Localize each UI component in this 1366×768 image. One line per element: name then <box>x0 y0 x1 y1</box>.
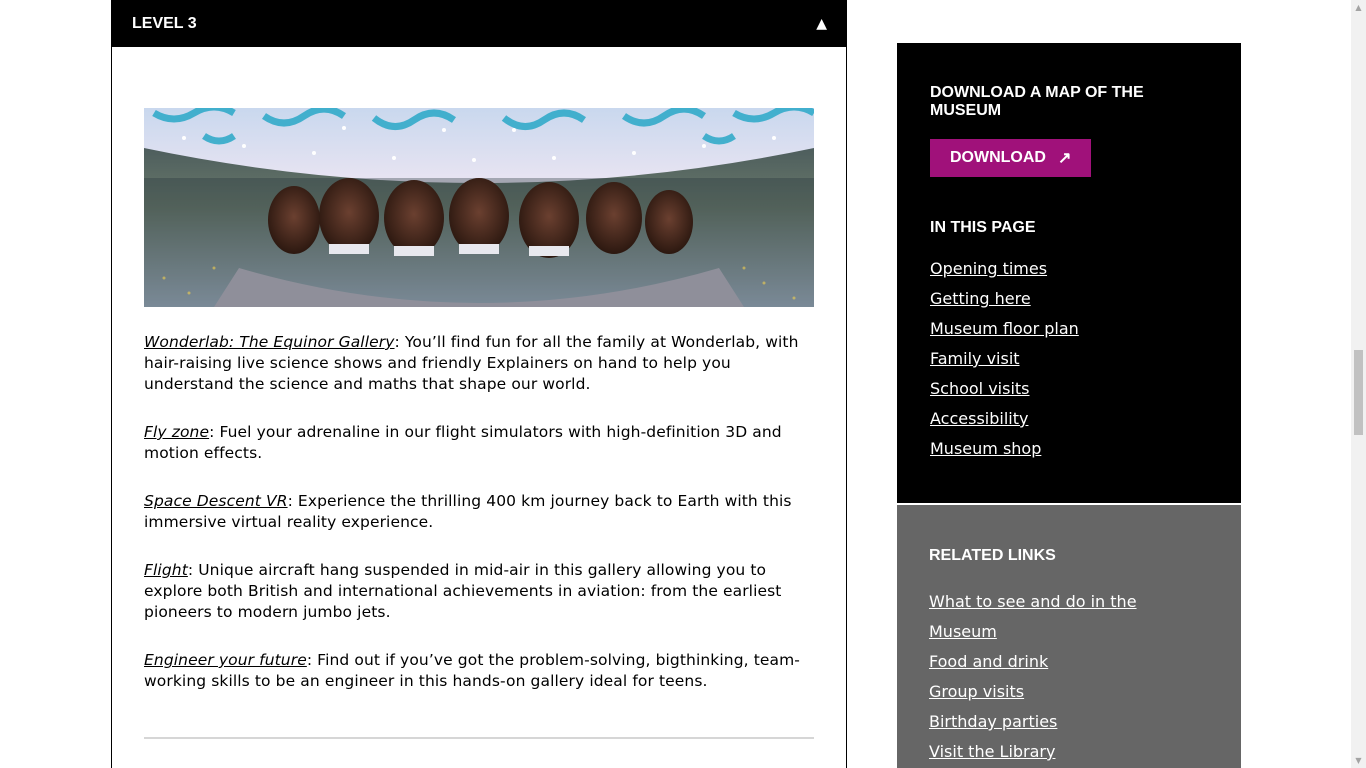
download-heading: DOWNLOAD A MAP OF THE MUSEUM <box>930 84 1144 119</box>
list-item: Food and drink <box>929 647 1209 677</box>
gallery-link-fly-zone[interactable]: Fly zone <box>144 423 209 441</box>
gallery-link-wonderlab[interactable]: Wonderlab: The Equinor Gallery <box>144 333 395 351</box>
link-group-visits[interactable]: Group visits <box>929 682 1024 701</box>
level-3-accordion: LEVEL 3 ▲ Wonderlab: The Equinor Gallery… <box>111 0 847 768</box>
list-item: School visits <box>930 374 1208 404</box>
list-item: Group visits <box>929 677 1209 707</box>
download-map-button[interactable]: DOWNLOAD ↗ <box>930 139 1092 177</box>
link-family-visit[interactable]: Family visit <box>930 349 1020 368</box>
collapse-triangle-icon[interactable]: ▲ <box>816 16 827 32</box>
link-birthday-parties[interactable]: Birthday parties <box>929 712 1057 731</box>
gallery-item: Flight: Unique aircraft hang suspended i… <box>144 560 816 623</box>
gallery-item: Wonderlab: The Equinor Gallery: You’ll f… <box>144 332 816 395</box>
accordion-title: LEVEL 3 <box>132 14 197 32</box>
in-page-heading: IN THIS PAGE <box>930 219 1036 236</box>
gallery-item: Engineer your future: Find out if you’ve… <box>144 650 816 692</box>
list-item: Accessibility <box>930 404 1208 434</box>
sidebar-download-panel: DOWNLOAD A MAP OF THE MUSEUM DOWNLOAD ↗ … <box>897 43 1241 503</box>
gallery-item: Space Descent VR: Experience the thrilli… <box>144 491 816 533</box>
link-museum-floor-plan[interactable]: Museum floor plan <box>930 319 1079 338</box>
download-label: DOWNLOAD <box>950 149 1046 166</box>
related-links: What to see and do in the Museum Food an… <box>929 587 1209 767</box>
wonderlab-hero-image <box>144 108 814 307</box>
list-item: Getting here <box>930 284 1208 314</box>
list-item: Opening times <box>930 254 1208 284</box>
related-links-heading: RELATED LINKS <box>929 547 1056 564</box>
scroll-down-icon[interactable]: ▼ <box>1351 753 1366 768</box>
gallery-descriptions: Wonderlab: The Equinor Gallery: You’ll f… <box>144 332 816 719</box>
list-item: What to see and do in the Museum <box>929 587 1209 647</box>
link-visit-the-library[interactable]: Visit the Library <box>929 742 1055 761</box>
gallery-link-space-descent[interactable]: Space Descent VR <box>144 492 288 510</box>
sidebar-related-links-panel: RELATED LINKS What to see and do in the … <box>897 505 1241 768</box>
link-accessibility[interactable]: Accessibility <box>930 409 1028 428</box>
list-item: Museum shop <box>930 434 1208 464</box>
gallery-item: Fly zone: Fuel your adrenaline in our fl… <box>144 422 816 464</box>
list-item: Museum floor plan <box>930 314 1208 344</box>
gallery-link-flight[interactable]: Flight <box>144 561 188 579</box>
link-opening-times[interactable]: Opening times <box>930 259 1047 278</box>
list-item: Family visit <box>930 344 1208 374</box>
list-item: Birthday parties <box>929 707 1209 737</box>
external-arrow-icon: ↗ <box>1057 150 1072 167</box>
link-food-and-drink[interactable]: Food and drink <box>929 652 1048 671</box>
link-museum-shop[interactable]: Museum shop <box>930 439 1041 458</box>
gallery-link-engineer-your-future[interactable]: Engineer your future <box>144 651 307 669</box>
link-what-to-see[interactable]: What to see and do in the Museum <box>929 592 1137 641</box>
in-page-links: Opening times Getting here Museum floor … <box>930 254 1208 464</box>
scroll-up-icon[interactable]: ▲ <box>1351 0 1366 15</box>
content-divider <box>144 737 814 739</box>
scrollbar-thumb[interactable] <box>1354 350 1363 435</box>
accordion-header[interactable]: LEVEL 3 ▲ <box>112 0 846 47</box>
link-school-visits[interactable]: School visits <box>930 379 1030 398</box>
link-getting-here[interactable]: Getting here <box>930 289 1031 308</box>
page-scrollbar[interactable]: ▲ ▼ <box>1351 0 1366 768</box>
gallery-description: : Unique aircraft hang suspended in mid-… <box>144 561 782 621</box>
gallery-description: : Fuel your adrenaline in our flight sim… <box>144 423 782 462</box>
list-item: Visit the Library <box>929 737 1209 767</box>
